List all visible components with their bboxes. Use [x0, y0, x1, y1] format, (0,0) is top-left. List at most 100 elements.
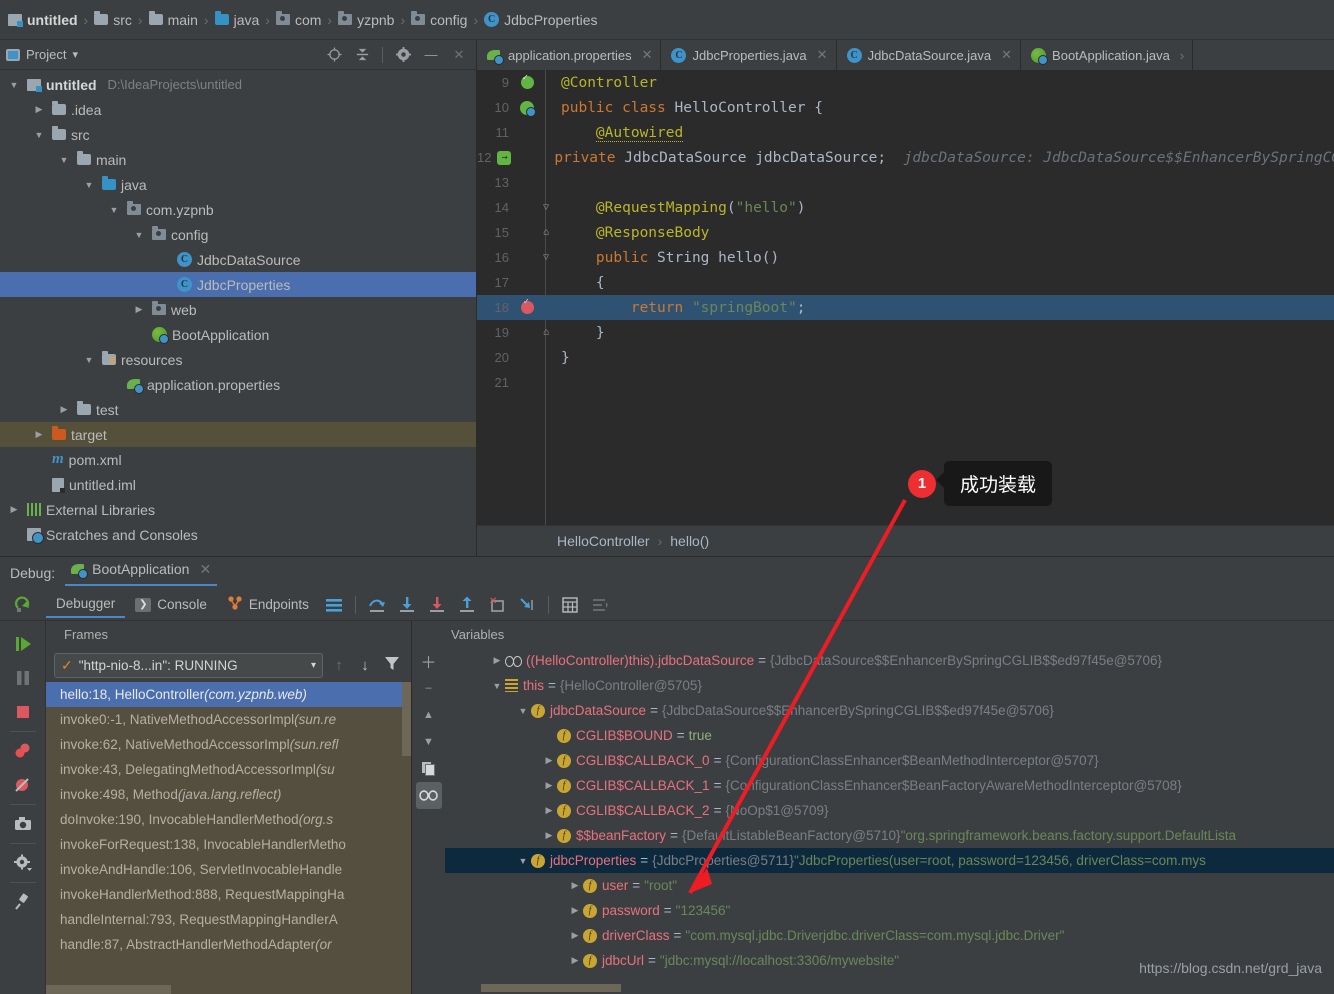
variable-row[interactable]: ▶ f password = "123456" — [445, 898, 1334, 923]
variable-row[interactable]: ▼ f jdbcDataSource = {JdbcDataSource$$Enhanc… — [445, 698, 1334, 723]
code-editor[interactable]: 9 @Controller 10 public class HelloControll… — [477, 70, 1334, 525]
tree-collapse-arrow-icon[interactable]: ▶ — [6, 504, 22, 515]
close-icon[interactable]: ✕ — [199, 561, 211, 578]
code-line-18[interactable]: 18 return "springBoot"; — [477, 295, 1334, 320]
run-to-cursor-icon[interactable] — [512, 592, 542, 618]
frame-item[interactable]: invokeForRequest:138, InvocableHandlerMe… — [46, 832, 411, 857]
frame-item[interactable]: handleInternal:793, RequestMappingHandle… — [46, 907, 411, 932]
tree-collapse-arrow-icon[interactable]: ▶ — [567, 955, 583, 966]
editor-tab-application-properties[interactable]: application.properties ✕ — [477, 40, 662, 70]
editor-tab-jdbcproperties-java[interactable]: C JdbcProperties.java ✕ — [661, 40, 837, 70]
frames-scrollbar[interactable] — [402, 682, 411, 756]
stop-icon[interactable] — [6, 695, 40, 729]
add-watch-icon[interactable]: ＋ — [416, 647, 442, 674]
move-up-icon[interactable]: ▲ — [416, 701, 442, 728]
rerun-icon[interactable] — [0, 596, 46, 614]
bulb-icon[interactable] — [515, 73, 539, 89]
tree-collapse-arrow-icon[interactable]: ▶ — [541, 830, 557, 841]
tree-item-scratches-and-consoles[interactable]: ▶Scratches and Consoles — [0, 522, 476, 547]
tree-expand-arrow-icon[interactable]: ▼ — [515, 856, 531, 866]
tree-collapse-arrow-icon[interactable]: ▶ — [567, 905, 583, 916]
evaluate-expression-icon[interactable] — [555, 592, 585, 618]
breadcrumb-item-com[interactable]: com — [274, 11, 323, 28]
tab-console[interactable]: ❯ Console — [125, 592, 217, 617]
frame-item[interactable]: doInvoke:190, InvocableHandlerMethod (or… — [46, 807, 411, 832]
collapse-all-icon[interactable] — [351, 44, 373, 66]
tree-expand-arrow-icon[interactable]: ▼ — [131, 230, 147, 240]
frames-horizontal-scrollbar[interactable] — [46, 985, 171, 994]
frame-down-icon[interactable]: ↓ — [355, 657, 375, 674]
tree-collapse-arrow-icon[interactable]: ▶ — [56, 404, 72, 415]
editor-tab-jdbcdatasource-java[interactable]: C JdbcDataSource.java ✕ — [837, 40, 1022, 70]
tree-expand-arrow-icon[interactable]: ▼ — [489, 681, 505, 691]
tree-collapse-arrow-icon[interactable]: ▶ — [31, 429, 47, 440]
tree-item-com-yzpnb[interactable]: ▼ com.yzpnb — [0, 197, 476, 222]
tab-debugger[interactable]: Debugger — [46, 591, 126, 618]
tree-item-main[interactable]: ▼ main — [0, 147, 476, 172]
tree-item--idea[interactable]: ▶ .idea — [0, 97, 476, 122]
code-line-13[interactable]: 13 — [477, 170, 1334, 195]
tree-item-test[interactable]: ▶ test — [0, 397, 476, 422]
step-out-icon[interactable] — [452, 592, 482, 618]
breadcrumb-item-src[interactable]: src — [92, 11, 134, 28]
tree-collapse-arrow-icon[interactable]: ▶ — [131, 304, 147, 315]
frame-item[interactable]: invoke0:-1, NativeMethodAccessorImpl (su… — [46, 707, 411, 732]
force-step-into-icon[interactable] — [422, 592, 452, 618]
frame-item[interactable]: handle:87, AbstractHandlerMethodAdapter … — [46, 932, 411, 957]
tree-item-bootapplication[interactable]: ▶BootApplication — [0, 322, 476, 347]
tree-item-pom-xml[interactable]: ▶mpom.xml — [0, 447, 476, 472]
tree-item-untitled[interactable]: ▼ untitled D:\IdeaProjects\untitled — [0, 72, 476, 97]
tree-item-jdbcdatasource[interactable]: ▶CJdbcDataSource — [0, 247, 476, 272]
code-line-14[interactable]: 14 ▽ @RequestMapping("hello") — [477, 195, 1334, 220]
tree-collapse-arrow-icon[interactable]: ▶ — [31, 104, 47, 115]
tree-expand-arrow-icon[interactable]: ▼ — [106, 205, 122, 215]
close-icon[interactable]: ✕ — [817, 47, 828, 63]
tree-item-target[interactable]: ▶ target — [0, 422, 476, 447]
tree-expand-arrow-icon[interactable]: ▼ — [81, 180, 97, 190]
variable-row[interactable]: ▶ ((HelloController)this).jdbcDataSource =… — [445, 648, 1334, 673]
step-over-icon[interactable] — [362, 592, 392, 618]
tree-expand-arrow-icon[interactable]: ▼ — [31, 130, 47, 140]
code-line-17[interactable]: 17 { — [477, 270, 1334, 295]
frame-up-icon[interactable]: ↑ — [329, 657, 349, 674]
layout-settings-icon[interactable] — [319, 592, 349, 618]
copy-value-icon[interactable] — [416, 755, 442, 782]
code-fold-marker[interactable]: ⌂ — [539, 327, 553, 338]
frame-item[interactable]: invokeHandlerMethod:888, RequestMappingH… — [46, 882, 411, 907]
minimize-icon[interactable]: — — [420, 44, 442, 66]
breadcrumb-class[interactable]: HelloController — [557, 533, 650, 549]
variable-row[interactable]: ▶ f CGLIB$CALLBACK_2 = {NoOp$1@5709} — [445, 798, 1334, 823]
close-icon[interactable]: › — [1180, 48, 1184, 63]
breadcrumb-item-yzpnb[interactable]: yzpnb — [336, 11, 396, 28]
move-down-icon[interactable]: ▼ — [416, 728, 442, 755]
arrow-icon[interactable]: → — [497, 150, 512, 165]
variable-row[interactable]: ▼ this = {HelloController@5705} — [445, 673, 1334, 698]
tab-endpoints[interactable]: Endpoints — [217, 590, 319, 619]
remove-watch-icon[interactable]: – — [416, 674, 442, 701]
tree-item-resources[interactable]: ▼ resources — [0, 347, 476, 372]
gear-icon[interactable] — [392, 44, 414, 66]
project-tree[interactable]: ▼ untitled D:\IdeaProjects\untitled ▶ .idea ▼… — [0, 70, 476, 556]
code-line-12[interactable]: 12 → private JdbcDataSource jdbcDataSourc… — [477, 145, 1334, 170]
variables-horizontal-scrollbar[interactable] — [481, 984, 621, 992]
breadcrumb-method[interactable]: hello() — [670, 533, 709, 549]
frame-item[interactable]: invoke:62, NativeMethodAccessorImpl (sun… — [46, 732, 411, 757]
editor-tab-bootapplication-java[interactable]: BootApplication.java › — [1021, 40, 1194, 70]
code-line-19[interactable]: 19 ⌂ } — [477, 320, 1334, 345]
frame-item[interactable]: invokeAndHandle:106, ServletInvocableHan… — [46, 857, 411, 882]
breadcrumb-item-main[interactable]: main — [147, 11, 200, 28]
frame-item[interactable]: invoke:498, Method (java.lang.reflect) — [46, 782, 411, 807]
frame-item[interactable]: invoke:43, DelegatingMethodAccessorImpl … — [46, 757, 411, 782]
variable-row[interactable]: f CGLIB$BOUND = true — [445, 723, 1334, 748]
locate-icon[interactable] — [323, 44, 345, 66]
thread-selector[interactable]: ✓ "http-nio-8...in": RUNNING ▾ — [54, 652, 323, 678]
project-scope-chevron-down-icon[interactable]: ▾ — [72, 48, 78, 61]
inspect-icon[interactable] — [415, 782, 442, 809]
variable-row[interactable]: ▼ f jdbcProperties = {JdbcProperties@5711} "… — [445, 848, 1334, 873]
tree-item-src[interactable]: ▼ src — [0, 122, 476, 147]
breadcrumb-item-untitled[interactable]: untitled — [6, 12, 80, 28]
code-line-15[interactable]: 15 ⌂ @ResponseBody — [477, 220, 1334, 245]
tree-item-application-properties[interactable]: ▶application.properties — [0, 372, 476, 397]
tree-collapse-arrow-icon[interactable]: ▶ — [567, 930, 583, 941]
code-line-16[interactable]: 16 ▽ public String hello() — [477, 245, 1334, 270]
